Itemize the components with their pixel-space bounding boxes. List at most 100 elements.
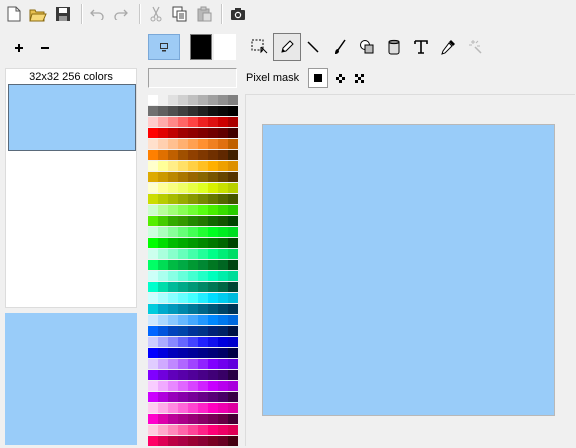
palette-color-cell[interactable] [198,260,208,270]
palette-color-cell[interactable] [168,117,178,127]
fill-bucket-icon[interactable] [380,33,408,61]
palette-color-cell[interactable] [218,205,228,215]
palette-color-cell[interactable] [188,282,198,292]
four-dot-icon[interactable] [330,68,350,88]
minus-icon[interactable] [34,37,56,59]
palette-color-cell[interactable] [158,117,168,127]
copy-icon[interactable] [169,3,191,25]
palette-color-cell[interactable] [208,282,218,292]
palette-color-cell[interactable] [208,359,218,369]
palette-color-cell[interactable] [178,381,188,391]
palette-color-cell[interactable] [178,194,188,204]
transparent-color-button[interactable] [148,34,180,60]
palette-color-cell[interactable] [208,260,218,270]
palette-color-cell[interactable] [208,227,218,237]
palette-color-cell[interactable] [178,172,188,182]
palette-color-cell[interactable] [178,95,188,105]
palette-color-cell[interactable] [178,304,188,314]
pencil-icon[interactable] [273,33,301,61]
palette-color-cell[interactable] [208,392,218,402]
palette-color-cell[interactable] [198,117,208,127]
palette-color-cell[interactable] [198,249,208,259]
palette-color-cell[interactable] [168,260,178,270]
palette-color-cell[interactable] [188,403,198,413]
open-icon[interactable] [27,3,49,25]
palette-color-cell[interactable] [198,150,208,160]
palette-color-cell[interactable] [178,425,188,435]
save-icon[interactable] [52,3,74,25]
palette-color-cell[interactable] [208,128,218,138]
palette-color-cell[interactable] [208,381,218,391]
palette-color-cell[interactable] [148,370,158,380]
palette-color-cell[interactable] [148,106,158,116]
palette-color-cell[interactable] [178,183,188,193]
palette-color-cell[interactable] [188,95,198,105]
plus-icon[interactable] [8,37,30,59]
palette-color-cell[interactable] [218,227,228,237]
palette-color-cell[interactable] [148,282,158,292]
palette-color-cell[interactable] [168,128,178,138]
palette-color-cell[interactable] [148,337,158,347]
palette-color-cell[interactable] [148,139,158,149]
palette-color-cell[interactable] [218,370,228,380]
palette-color-cell[interactable] [168,348,178,358]
palette-color-cell[interactable] [208,304,218,314]
palette-color-cell[interactable] [228,249,238,259]
palette-color-cell[interactable] [158,293,168,303]
palette-color-cell[interactable] [178,216,188,226]
palette-color-cell[interactable] [178,128,188,138]
magic-wand-icon[interactable] [461,33,489,61]
palette-color-cell[interactable] [228,414,238,424]
palette-color-cell[interactable] [208,370,218,380]
palette-color-cell[interactable] [198,381,208,391]
palette-color-cell[interactable] [178,161,188,171]
palette-color-cell[interactable] [208,403,218,413]
palette-color-cell[interactable] [228,337,238,347]
palette-color-cell[interactable] [198,183,208,193]
palette-color-cell[interactable] [168,139,178,149]
palette-color-cell[interactable] [168,326,178,336]
palette-color-cell[interactable] [218,150,228,160]
palette-color-cell[interactable] [188,359,198,369]
palette-color-cell[interactable] [168,216,178,226]
palette-color-cell[interactable] [188,150,198,160]
palette-color-cell[interactable] [158,348,168,358]
primary-color-swatch[interactable] [190,34,212,60]
palette-color-cell[interactable] [208,337,218,347]
image-format-thumbnail[interactable] [8,84,136,151]
shapes-icon[interactable] [353,33,381,61]
palette-color-cell[interactable] [158,183,168,193]
palette-color-cell[interactable] [218,95,228,105]
palette-color-cell[interactable] [188,337,198,347]
palette-color-cell[interactable] [228,117,238,127]
palette-color-cell[interactable] [178,370,188,380]
palette-color-cell[interactable] [198,414,208,424]
palette-color-cell[interactable] [208,436,218,446]
palette-color-cell[interactable] [178,238,188,248]
palette-color-cell[interactable] [208,106,218,116]
palette-color-cell[interactable] [178,139,188,149]
palette-color-cell[interactable] [158,304,168,314]
palette-color-cell[interactable] [218,348,228,358]
palette-color-cell[interactable] [158,271,168,281]
palette-color-cell[interactable] [148,271,158,281]
palette-color-cell[interactable] [188,436,198,446]
palette-color-cell[interactable] [168,95,178,105]
palette-color-cell[interactable] [178,436,188,446]
palette-color-cell[interactable] [168,425,178,435]
palette-color-cell[interactable] [168,205,178,215]
palette-color-cell[interactable] [148,359,158,369]
eyedropper-icon[interactable] [434,33,462,61]
palette-color-cell[interactable] [228,106,238,116]
palette-color-cell[interactable] [208,238,218,248]
palette-color-cell[interactable] [188,249,198,259]
palette-color-cell[interactable] [208,216,218,226]
palette-color-cell[interactable] [188,293,198,303]
line-icon[interactable] [299,33,327,61]
x-dot-icon[interactable] [349,68,369,88]
palette-color-cell[interactable] [188,425,198,435]
palette-color-cell[interactable] [178,337,188,347]
palette-color-cell[interactable] [168,150,178,160]
palette-color-cell[interactable] [178,205,188,215]
palette-color-cell[interactable] [188,370,198,380]
